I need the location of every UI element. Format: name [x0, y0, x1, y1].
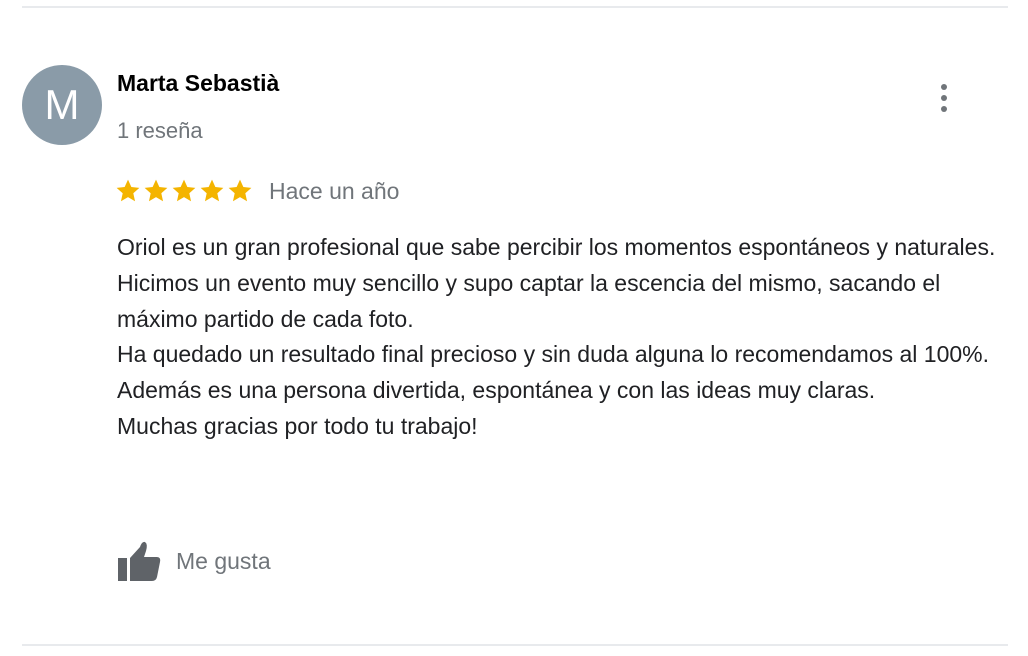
more-vert-icon [941, 95, 947, 101]
thumbs-up-icon [118, 541, 161, 581]
star-icon [228, 179, 252, 202]
review-text-line: Oriol es un gran profesional que sabe pe… [117, 234, 996, 260]
review-text-line: Hicimos un evento muy sencillo y supo ca… [117, 269, 941, 332]
star-rating [115, 178, 253, 204]
star-icon [172, 179, 196, 202]
review-text-line: Muchas gracias por todo tu trabajo! [117, 412, 478, 439]
star-icon [200, 179, 224, 202]
top-divider [22, 6, 1008, 8]
more-options-button[interactable] [926, 78, 962, 118]
bottom-divider [22, 644, 1008, 646]
like-button[interactable]: Me gusta [116, 538, 271, 584]
review-text-line: Ha quedado un resultado final precioso y… [117, 341, 990, 404]
star-icon [116, 179, 140, 202]
more-vert-icon [941, 84, 947, 90]
avatar[interactable]: M [22, 65, 102, 145]
avatar-letter: M [44, 81, 80, 128]
author-review-count: 1 reseña [117, 118, 203, 143]
more-vert-icon [941, 106, 947, 112]
rating-row: Hace un año [115, 175, 399, 207]
review-date: Hace un año [269, 177, 400, 204]
like-label: Me gusta [176, 547, 271, 574]
star-icon [144, 179, 168, 202]
author-name[interactable]: Marta Sebastià [117, 70, 279, 97]
review-text: Oriol es un gran profesional que sabe pe… [117, 230, 1012, 445]
